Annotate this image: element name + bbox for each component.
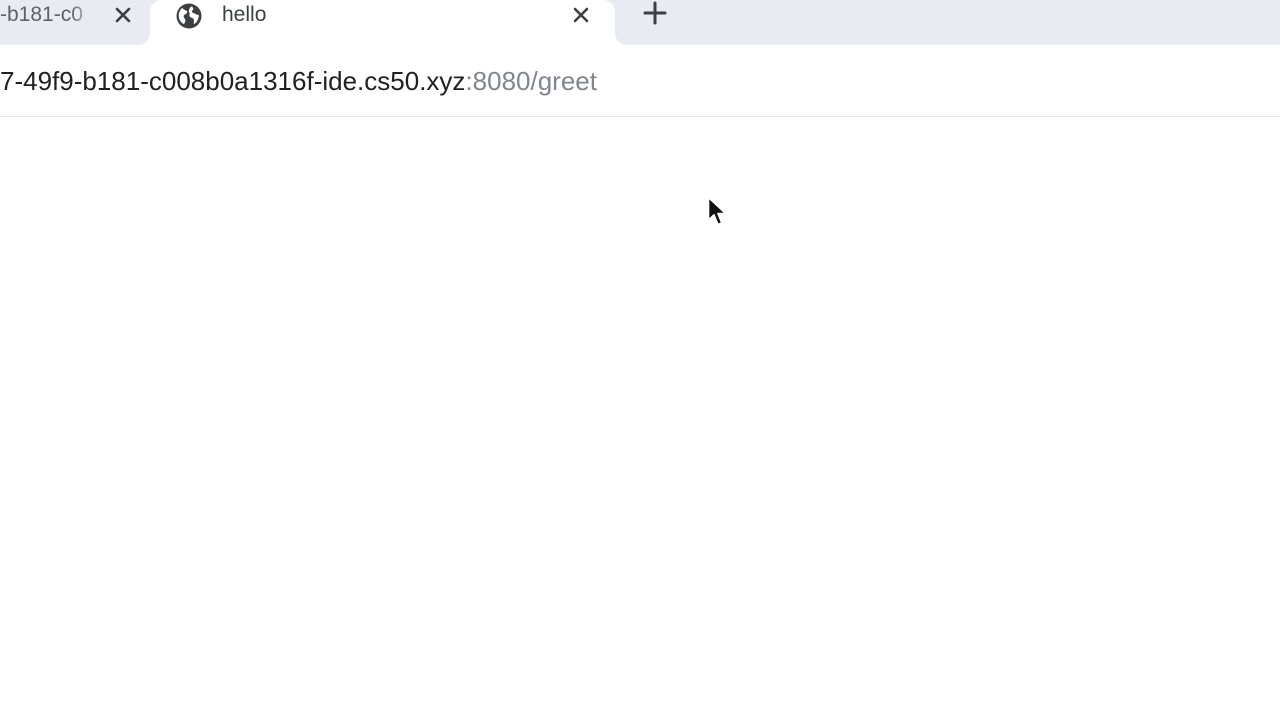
browser-window: -b181-c0 hello 7-49f9-b181-c008b0a1316f-… [0, 0, 1280, 720]
close-icon[interactable] [568, 2, 594, 28]
new-tab-button[interactable] [638, 0, 672, 30]
page-content [0, 117, 1280, 720]
tab-active[interactable]: hello [150, 0, 615, 45]
tab-title: -b181-c0 [0, 3, 83, 26]
address-bar[interactable]: 7-49f9-b181-c008b0a1316f-ide.cs50.xyz:80… [0, 63, 597, 99]
tab-title: hello [222, 3, 267, 26]
tab-inactive[interactable]: -b181-c0 [0, 0, 150, 45]
close-icon[interactable] [110, 2, 136, 28]
globe-icon [174, 1, 204, 31]
toolbar: 7-49f9-b181-c008b0a1316f-ide.cs50.xyz:80… [0, 45, 1280, 117]
tab-strip: -b181-c0 hello [0, 0, 1280, 45]
url-host: 7-49f9-b181-c008b0a1316f-ide.cs50.xyz [0, 66, 466, 96]
url-path: :8080/greet [465, 66, 597, 96]
plus-icon [643, 1, 667, 30]
